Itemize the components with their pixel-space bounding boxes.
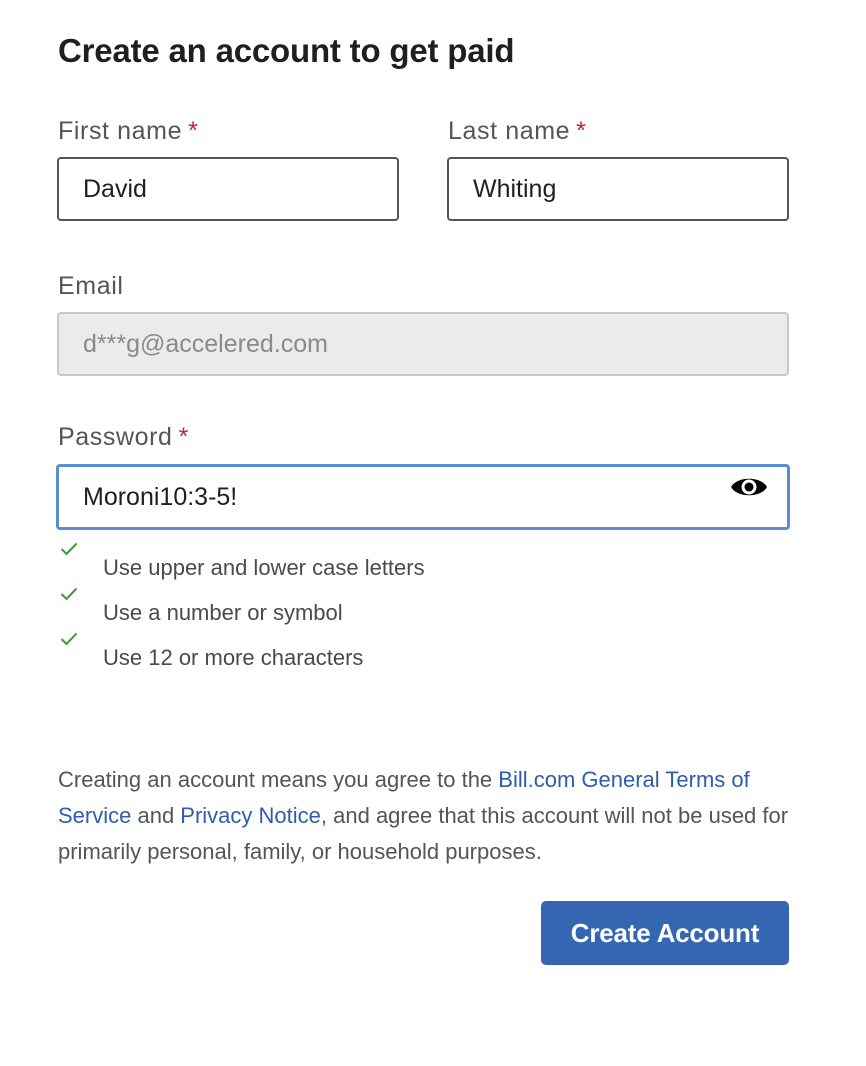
first-name-label: First name * — [58, 115, 198, 147]
password-rule-item: Use upper and lower case letters — [103, 555, 425, 580]
check-icon — [60, 587, 78, 601]
email-input — [57, 312, 789, 376]
check-icon — [60, 542, 78, 556]
required-marker: * — [188, 117, 199, 145]
page-title: Create an account to get paid — [58, 32, 515, 69]
check-icon — [60, 632, 78, 646]
password-rule-item: Use 12 or more characters — [103, 645, 364, 670]
eye-icon[interactable] — [730, 473, 768, 501]
privacy-notice-link[interactable]: Privacy Notice, — [180, 803, 327, 828]
create-account-button[interactable]: Create Account — [541, 901, 789, 965]
last-name-label-text: Last name — [448, 117, 571, 145]
required-marker: * — [576, 117, 587, 145]
legal-middle: and — [131, 803, 181, 828]
password-label: Password * — [58, 421, 189, 453]
first-name-label-text: First name — [58, 117, 183, 145]
password-rule-item: Use a number or symbol — [103, 600, 343, 625]
legal-notice: Creating an account means you agree to t… — [58, 762, 798, 870]
legal-prefix: Creating an account means you agree to t… — [58, 767, 499, 792]
password-input[interactable] — [56, 464, 790, 530]
signup-page: Create an account to get paid First name… — [0, 0, 866, 1066]
first-name-input[interactable] — [57, 157, 399, 221]
required-marker: * — [178, 423, 189, 451]
email-label-text: Email — [58, 272, 124, 300]
email-label: Email — [58, 270, 124, 302]
last-name-label: Last name * — [448, 115, 586, 147]
last-name-input[interactable] — [447, 157, 789, 221]
password-label-text: Password — [58, 423, 173, 451]
